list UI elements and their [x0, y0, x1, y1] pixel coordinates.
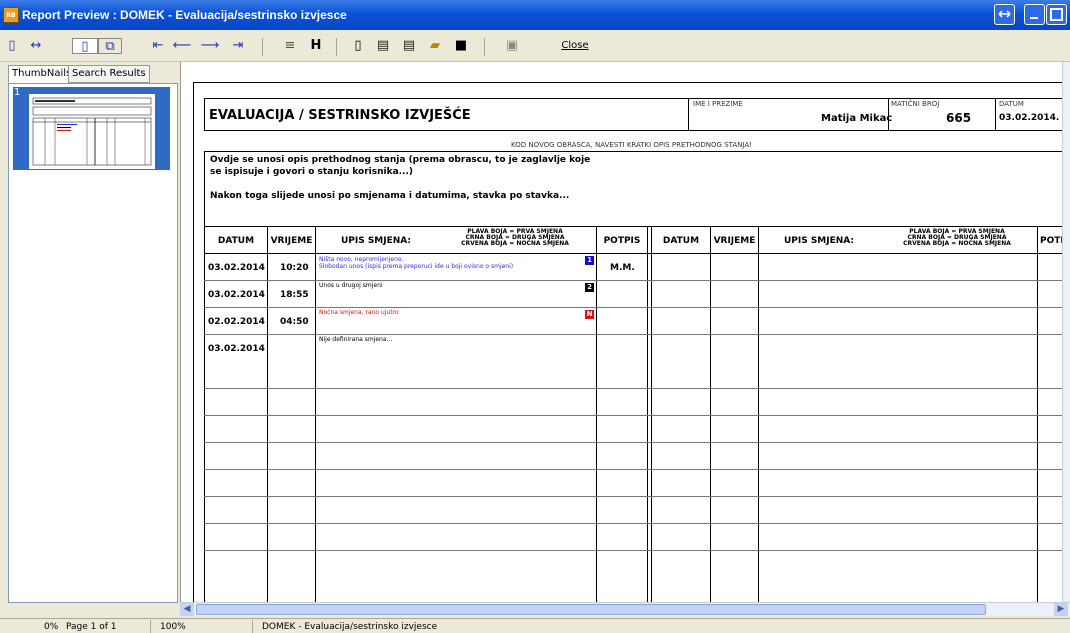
thumbnail-page — [29, 94, 155, 169]
tab-search-results[interactable]: Search Results — [68, 65, 150, 83]
previous-page-icon[interactable]: ⟵ — [172, 38, 192, 54]
col-vrijeme-2: VRIJEME — [713, 236, 756, 246]
scroll-right-icon[interactable]: ▶ — [1054, 603, 1068, 616]
legend-block-2: PLAVA BOJA = PRVA SMJENA CRNA BOJA = DRU… — [877, 229, 1037, 247]
save-icon[interactable]: ■ — [452, 38, 470, 54]
row4-date: 03.02.2014 — [208, 344, 265, 354]
next-page-icon[interactable]: ⟶ — [200, 38, 220, 54]
print-setup-icon[interactable]: ▤ — [374, 38, 392, 54]
mbr-value: 665 — [946, 111, 972, 125]
legend-block: PLAVA BOJA = PRVA SMJENA CRNA BOJA = DRU… — [434, 229, 596, 247]
col-upis-2: UPIS SMJENA: — [783, 236, 855, 246]
thumbnail-page-number: 1 — [14, 87, 21, 98]
app-icon: RB — [3, 7, 19, 23]
horizontal-scrollbar[interactable]: ◀ ▶ — [180, 602, 1070, 616]
status-bar: 0% Page 1 of 1 100% DOMEK - Evaluacija/s… — [0, 618, 1070, 633]
name-value: Matija Mikac — [821, 113, 893, 124]
col-vrijeme: VRIJEME — [270, 236, 313, 246]
row3-time: 04:50 — [280, 317, 309, 327]
thumbnail-item[interactable]: 1 — [13, 87, 170, 170]
legend-shift-3: CRVENA BOJA = NOĆNA SMJENA — [461, 240, 569, 247]
col-datum-2: DATUM — [662, 236, 700, 246]
page-width-icon[interactable]: ↔ — [24, 38, 48, 54]
instruction-text: KOD NOVOG OBRASCA, NAVESTI KRATKI OPIS P… — [511, 141, 752, 149]
close-button[interactable]: Close — [558, 38, 592, 54]
row4-text1: Nije definirana smjena... — [319, 336, 393, 343]
first-page-icon[interactable]: ⇤ — [150, 38, 166, 54]
scroll-left-icon[interactable]: ◀ — [180, 603, 194, 616]
date-label: DATUM — [999, 100, 1024, 108]
tab-thumbnails[interactable]: ThumbNails — [8, 65, 76, 83]
open-folder-icon[interactable]: ▰ — [426, 38, 444, 54]
mbr-label: MATIČNI BROJ — [891, 100, 940, 108]
date-value: 03.02.2014. 10 — [999, 113, 1070, 123]
window-title: Report Preview : DOMEK - Evaluacija/sest… — [22, 8, 347, 22]
row1-text2: Slobodan unos (ispis prema preporuci ide… — [319, 263, 514, 270]
maximize-button[interactable] — [1046, 4, 1067, 25]
scroll-thumb[interactable] — [196, 604, 986, 615]
row2-date: 03.02.2014 — [208, 290, 265, 300]
legend2-shift-3: CRVENA BOJA = NOĆNA SMJENA — [903, 240, 1011, 247]
one-page-view-icon[interactable]: ▯ — [72, 38, 98, 54]
status-zoom: 100% — [160, 622, 186, 632]
status-progress: 0% — [44, 622, 59, 632]
last-page-icon[interactable]: ⇥ — [228, 38, 248, 54]
row1-signature: M.M. — [610, 263, 635, 273]
tab-strip: ThumbNails Search Results — [8, 65, 178, 83]
new-page-icon[interactable]: ▯ — [350, 38, 366, 54]
restore-arrows-button[interactable] — [994, 4, 1015, 25]
notes-line-1: Ovdje se unosi opis prethodnog stanja (p… — [210, 155, 591, 165]
col-potpis-2: POTI — [1040, 236, 1064, 246]
notes-line-2: se ispisuje i govori o stanju korisnika.… — [210, 167, 414, 177]
row1-time: 10:20 — [280, 263, 309, 273]
report-title: EVALUACIJA / SESTRINSKO IZVJEŠĆE — [209, 108, 471, 123]
report-page: EVALUACIJA / SESTRINSKO IZVJEŠĆE IME I P… — [193, 82, 1070, 607]
minimize-button[interactable] — [1024, 4, 1045, 25]
row3-text1: Noćna smjena, rano ujutro — [319, 309, 399, 316]
notes-line-3: Nakon toga slijede unosi po smjenama i d… — [210, 191, 570, 201]
col-datum: DATUM — [217, 236, 255, 246]
row2-time: 18:55 — [280, 290, 309, 300]
col-potpis: POTPIS — [603, 236, 641, 246]
row2-shift-badge: 2 — [585, 283, 594, 292]
row1-text1: Ništa novo, nepromijenjeno. — [319, 256, 404, 263]
find-icon[interactable]: H — [308, 38, 324, 54]
row3-shift-badge: N — [585, 310, 594, 319]
row1-shift-badge: 1 — [585, 256, 594, 265]
single-page-icon[interactable]: ▯ — [4, 38, 20, 54]
two-page-view-icon[interactable]: ⧉ — [98, 38, 122, 54]
goto-page-icon[interactable]: ≡ — [282, 38, 298, 54]
thumbnail-panel: 1 — [8, 83, 178, 603]
row3-date: 02.02.2014 — [208, 317, 265, 327]
vertical-scrollbar[interactable] — [1062, 62, 1070, 602]
status-page: Page 1 of 1 — [66, 622, 117, 632]
col-upis: UPIS SMJENA: — [340, 236, 412, 246]
title-bar: RB Report Preview : DOMEK - Evaluacija/s… — [0, 0, 1070, 30]
export-icon[interactable]: ▣ — [504, 38, 520, 54]
row2-text1: Unos u drugoj smjeni — [319, 282, 383, 289]
status-report-name: DOMEK - Evaluacija/sestrinsko izvjesce — [262, 622, 438, 632]
name-label: IME I PREZIME — [693, 100, 743, 108]
row1-date: 03.02.2014 — [208, 263, 265, 273]
print-icon[interactable]: ▤ — [400, 38, 418, 54]
